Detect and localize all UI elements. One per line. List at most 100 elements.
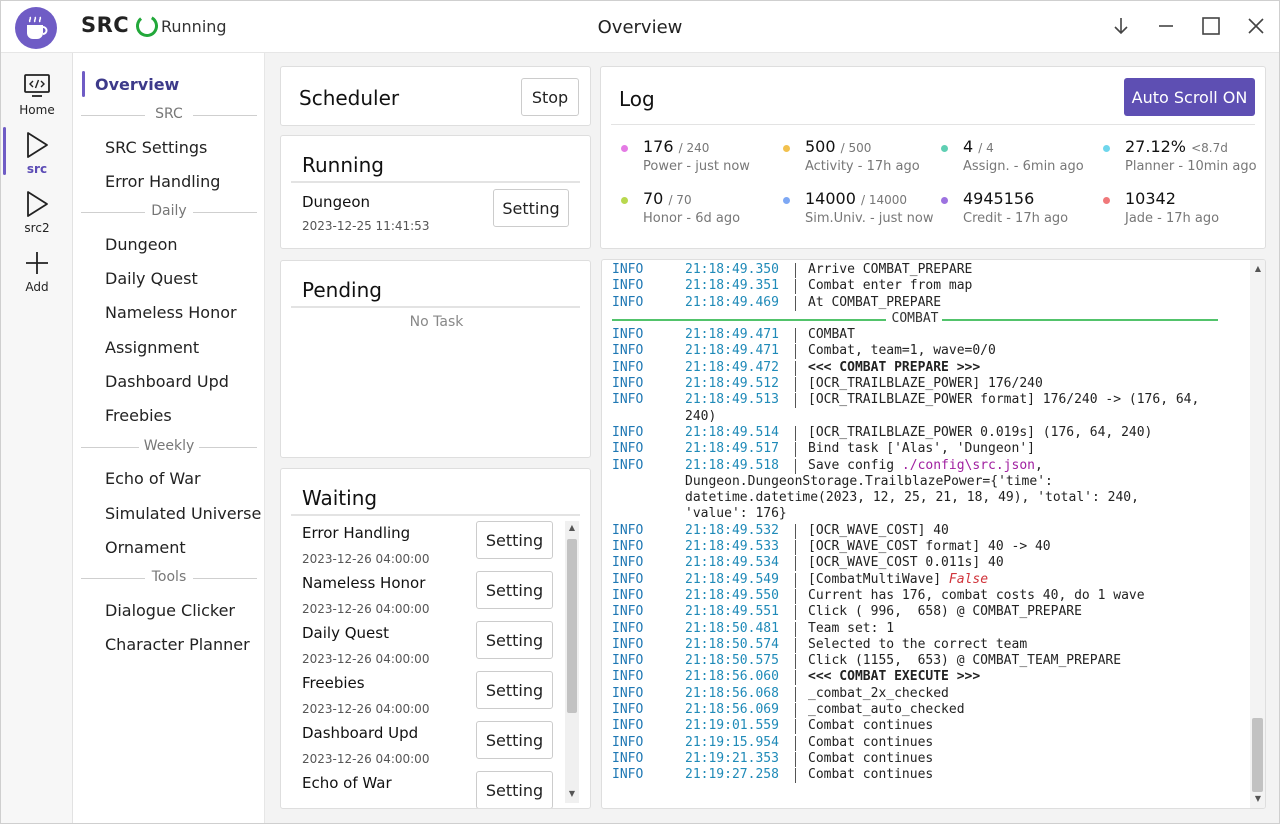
scheduler-card: Scheduler Stop xyxy=(280,66,591,126)
dashboard-subtitle: Jade - 17h ago xyxy=(1125,211,1220,226)
log-line: INFO 21:18:50.574 Selected to the correct … xyxy=(612,636,1028,653)
log-line: Dungeon.DungeonStorage.TrailblazePower={… xyxy=(685,473,1053,489)
play-icon xyxy=(27,132,48,158)
menu-item-nameless-honor[interactable]: Nameless Honor xyxy=(105,303,237,322)
dashboard-value: 4 / 4 xyxy=(963,137,994,156)
dashboard-item: 27.12% <8.7d Planner - 10min ago xyxy=(1103,137,1263,181)
download-arrow-icon[interactable] xyxy=(1106,11,1136,41)
menu-item-dashboard-upd[interactable]: Dashboard Upd xyxy=(105,372,229,391)
divider xyxy=(611,124,1255,125)
log-card: Log Auto Scroll ON 176 / 240 Power - just… xyxy=(600,66,1266,249)
running-setting-button[interactable]: Setting xyxy=(493,189,569,227)
log-line: INFO 21:19:15.954 Combat continues xyxy=(612,734,934,751)
task-menu: Overview SRC SRC Settings Error Handling… xyxy=(73,53,265,823)
minimize-icon[interactable] xyxy=(1151,11,1181,41)
menu-item-error-handling[interactable]: Error Handling xyxy=(105,172,220,191)
status-dot-icon xyxy=(941,197,948,204)
menu-item-dungeon[interactable]: Dungeon xyxy=(105,235,178,254)
dashboard-subtitle: Power - just now xyxy=(643,159,750,174)
status-dot-icon xyxy=(941,145,948,152)
waiting-task-name: Freebies xyxy=(302,674,365,692)
dashboard-value: 27.12% <8.7d xyxy=(1125,137,1228,156)
menu-group-src: SRC xyxy=(81,106,257,126)
scroll-down-icon[interactable]: ▼ xyxy=(566,789,578,798)
running-card: Running Dungeon 2023-12-25 11:41:53 Sett… xyxy=(280,135,591,249)
rail-label: src xyxy=(26,162,48,176)
scroll-down-icon[interactable]: ▼ xyxy=(1252,794,1264,803)
auto-scroll-button[interactable]: Auto Scroll ON xyxy=(1124,78,1255,116)
waiting-setting-button[interactable]: Setting xyxy=(476,621,553,659)
log-scrollbar[interactable]: ▲ ▼ xyxy=(1250,260,1265,808)
dashboard-value: 4945156 xyxy=(963,189,1035,208)
scroll-up-icon[interactable]: ▲ xyxy=(566,523,578,532)
menu-group-daily: Daily xyxy=(81,203,257,223)
waiting-setting-button[interactable]: Setting xyxy=(476,571,553,609)
log-line: INFO 21:18:49.469 At COMBAT_PREPARE xyxy=(612,294,942,311)
dashboard-subtitle: Credit - 17h ago xyxy=(963,211,1069,226)
rail-label: src2 xyxy=(24,221,50,235)
dashboard-subtitle: Planner - 10min ago xyxy=(1125,159,1257,174)
stop-button[interactable]: Stop xyxy=(521,78,579,116)
log-output[interactable]: INFO 21:18:49.350 Arrive COMBAT_PREPARE INF… xyxy=(601,259,1266,809)
menu-item-simulated-universe[interactable]: Simulated Universe xyxy=(105,504,261,523)
menu-item-echo-of-war[interactable]: Echo of War xyxy=(105,469,201,488)
waiting-task-name: Daily Quest xyxy=(302,624,389,642)
plus-icon xyxy=(26,252,48,274)
log-line: INFO 21:18:49.549 [CombatMultiWave] False xyxy=(612,571,989,588)
scrollbar-thumb[interactable] xyxy=(1252,718,1263,792)
menu-item-freebies[interactable]: Freebies xyxy=(105,406,172,425)
rail-item-add[interactable]: Add xyxy=(1,244,73,300)
log-line: INFO 21:18:50.481 Team set: 1 xyxy=(612,620,895,637)
menu-item-daily-quest[interactable]: Daily Quest xyxy=(105,269,198,288)
running-task-name: Dungeon xyxy=(302,193,370,211)
menu-item-character-planner[interactable]: Character Planner xyxy=(105,635,250,654)
scheduler-title: Scheduler xyxy=(299,86,400,110)
menu-item-overview[interactable]: Overview xyxy=(95,75,179,94)
log-line: INFO 21:18:49.532 [OCR_WAVE_COST] 40 xyxy=(612,522,949,539)
scroll-up-icon[interactable]: ▲ xyxy=(1252,264,1264,273)
running-task-time: 2023-12-25 11:41:53 xyxy=(302,219,430,233)
status-text: Running xyxy=(161,17,227,36)
menu-item-src-settings[interactable]: SRC Settings xyxy=(105,138,207,157)
dashboard-total: / 4 xyxy=(978,141,994,155)
rail-item-src2[interactable]: src2 xyxy=(1,185,73,241)
waiting-setting-button[interactable]: Setting xyxy=(476,521,553,559)
dashboard-subtitle: Assign. - 6min ago xyxy=(963,159,1084,174)
pending-card: Pending No Task xyxy=(280,260,591,458)
maximize-icon[interactable] xyxy=(1196,11,1226,41)
log-line: 'value': 176} xyxy=(685,506,787,522)
dashboard-total: / 240 xyxy=(678,141,710,155)
dashboard-subtitle: Honor - 6d ago xyxy=(643,211,741,226)
close-icon[interactable] xyxy=(1241,11,1271,41)
log-line: INFO 21:18:49.512 [OCR_TRAILBLAZE_POWER] 1… xyxy=(612,376,1043,393)
title-bar: SRC Running Overview xyxy=(1,1,1279,53)
status-dot-icon xyxy=(1103,197,1110,204)
scrollbar-thumb[interactable] xyxy=(567,539,577,713)
log-line: INFO 21:18:49.471 Combat, team=1, wave=0/0 xyxy=(612,343,996,360)
waiting-setting-button[interactable]: Setting xyxy=(476,771,553,808)
waiting-task-name: Error Handling xyxy=(302,524,411,542)
rail-item-src[interactable]: src xyxy=(1,126,73,182)
waiting-setting-button[interactable]: Setting xyxy=(476,721,553,759)
no-task-text: No Task xyxy=(409,314,464,330)
app-window: SRC Running Overview Home src src2 Add O… xyxy=(0,0,1280,824)
dashboard-item: 4945156 Credit - 17h ago xyxy=(941,189,1101,233)
dashboard-subtitle: Sim.Univ. - just now xyxy=(805,211,934,226)
menu-item-assignment[interactable]: Assignment xyxy=(105,338,199,357)
status-dot-icon xyxy=(621,145,628,152)
menu-group-tools: Tools xyxy=(81,569,257,589)
dashboard-total: / 500 xyxy=(840,141,872,155)
dashboard-value: 14000 / 14000 xyxy=(805,189,908,208)
waiting-setting-button[interactable]: Setting xyxy=(476,671,553,709)
log-separator: COMBAT xyxy=(612,311,1232,327)
dashboard-value: 500 / 500 xyxy=(805,137,872,156)
status-dot-icon xyxy=(783,197,790,204)
rail-label: Add xyxy=(25,280,49,294)
dashboard-value: 176 / 240 xyxy=(643,137,710,156)
waiting-scrollbar[interactable]: ▲ ▼ xyxy=(565,521,579,803)
rail-item-home[interactable]: Home xyxy=(1,67,73,123)
menu-item-dialogue-clicker[interactable]: Dialogue Clicker xyxy=(105,601,235,620)
waiting-task-name: Echo of War xyxy=(302,774,392,792)
waiting-task-time: 2023-12-26 04:00:00 xyxy=(302,552,430,566)
menu-item-ornament[interactable]: Ornament xyxy=(105,538,186,557)
